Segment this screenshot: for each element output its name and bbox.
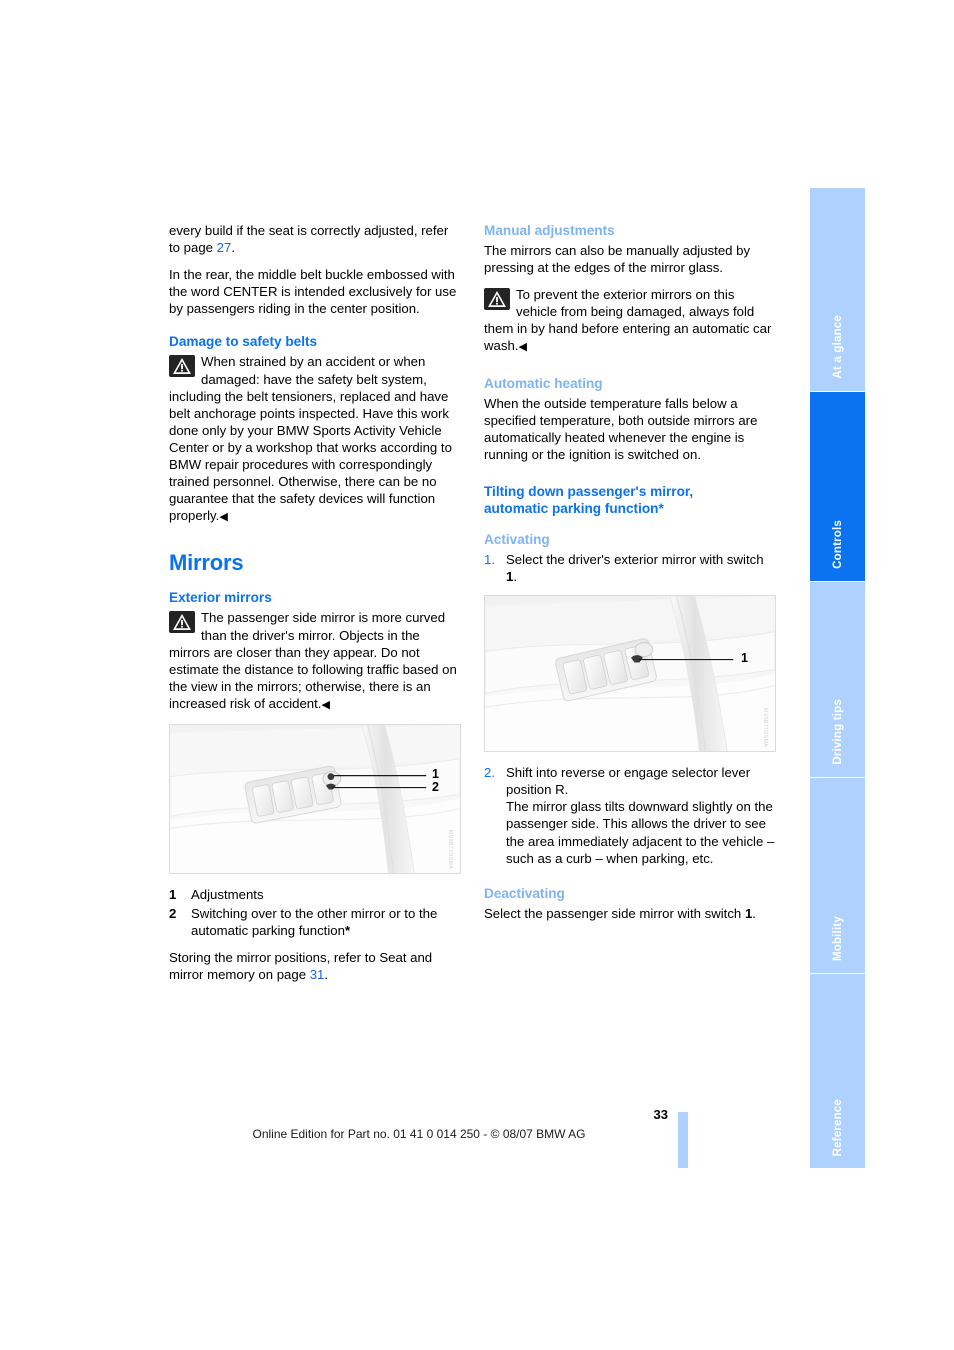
page-link-27[interactable]: 27 bbox=[217, 240, 232, 255]
paragraph-manual-adjustments: The mirrors can also be manually adjuste… bbox=[484, 243, 751, 276]
paragraph-center-belt: In the rear, the middle belt buckle embo… bbox=[169, 267, 457, 317]
warning-damage-body: When strained by an accident or when dam… bbox=[169, 354, 452, 524]
warning-manual-text: To prevent the exterior mirrors on this … bbox=[484, 286, 776, 356]
paragraph-continued-end: . bbox=[231, 240, 236, 256]
legend-item: 2 Switching over to the other mirror or … bbox=[169, 905, 461, 939]
end-mark-icon: ◀ bbox=[321, 698, 330, 711]
heading-deactivating: Deactivating bbox=[484, 885, 565, 901]
step-text-2: Shift into reverse or engage selector le… bbox=[506, 764, 776, 867]
list-item: 1. Select the driver's exterior mirror w… bbox=[484, 551, 776, 585]
heading-tilting-down-mirror: Tilting down passenger's mirror, automat… bbox=[484, 483, 776, 517]
sidebar-tab-controls[interactable]: Controls bbox=[810, 392, 865, 582]
page-link-31[interactable]: 31 bbox=[310, 967, 325, 982]
sidebar-tab-label: At a glance bbox=[831, 315, 844, 379]
heading-automatic-heating: Automatic heating bbox=[484, 375, 603, 391]
page-number-bar bbox=[678, 1112, 688, 1168]
step-text-1-body: Select the driver's exterior mirror with… bbox=[506, 551, 764, 567]
paragraph-deactivating: Select the passenger side mirror with sw… bbox=[484, 905, 776, 922]
warning-damage-block: When strained by an accident or when dam… bbox=[169, 353, 461, 526]
paragraph-deactivating-text: Select the passenger side mirror with sw… bbox=[484, 905, 745, 921]
chapter-title-mirrors: Mirrors bbox=[169, 550, 244, 576]
heading-tilting-line2: automatic parking function* bbox=[484, 500, 664, 516]
heading-tilting-line1: Tilting down passenger's mirror, bbox=[484, 483, 694, 499]
step-text-1-end: . bbox=[513, 569, 518, 585]
sidebar-tab-reference[interactable]: Reference bbox=[810, 974, 865, 1168]
warning-triangle-icon bbox=[169, 611, 195, 634]
figure-callout-2: 2 bbox=[432, 779, 439, 794]
warning-manual-body: To prevent the exterior mirrors on this … bbox=[484, 287, 772, 354]
optional-equipment-star: * bbox=[344, 923, 351, 939]
manual-page: every build if the seat is correctly adj… bbox=[0, 0, 954, 1350]
step-2-list: 2. Shift into reverse or engage selector… bbox=[484, 764, 776, 867]
warning-exterior-block: The passenger side mirror is more curved… bbox=[169, 609, 461, 714]
end-mark-icon: ◀ bbox=[219, 511, 228, 524]
warning-exterior-text: The passenger side mirror is more curved… bbox=[169, 609, 461, 714]
legend-marker: 2 bbox=[169, 906, 177, 922]
warning-triangle-icon bbox=[484, 288, 510, 311]
warning-damage-text: When strained by an accident or when dam… bbox=[169, 353, 461, 526]
step-text-2-continued: The mirror glass tilts downward slightly… bbox=[506, 799, 775, 866]
figure-legend-list: 1 Adjustments 2 Switching over to the ot… bbox=[169, 886, 461, 939]
sidebar-tab-label: Driving tips bbox=[831, 699, 844, 765]
step-marker-1: 1. bbox=[484, 551, 495, 567]
figure-illustration bbox=[170, 724, 460, 873]
warning-exterior-body: The passenger side mirror is more curved… bbox=[169, 610, 457, 711]
legend-marker: 1 bbox=[169, 886, 177, 902]
sidebar-tab-label: Reference bbox=[831, 1098, 844, 1156]
paragraph-automatic-heating: When the outside temperature falls below… bbox=[484, 395, 758, 462]
legend-item: 1 Adjustments bbox=[169, 886, 461, 903]
paragraph-storing-positions: Storing the mirror positions, refer to S… bbox=[169, 949, 461, 983]
legend-text: Switching over to the other mirror or to… bbox=[191, 905, 461, 939]
activating-step-list: 1. Select the driver's exterior mirror w… bbox=[484, 551, 776, 585]
figure-illustration bbox=[485, 596, 775, 752]
sidebar-tab-driving-tips[interactable]: Driving tips bbox=[810, 582, 865, 778]
list-item: 2. Shift into reverse or engage selector… bbox=[484, 764, 776, 867]
paragraph-storing-end: . bbox=[324, 967, 329, 983]
thumb-index-sidebar: At a glance Controls Driving tips Mobili… bbox=[810, 188, 865, 1168]
warning-manual-block: To prevent the exterior mirrors on this … bbox=[484, 286, 776, 356]
step-text-1: Select the driver's exterior mirror with… bbox=[506, 551, 776, 585]
sidebar-tab-label: Controls bbox=[831, 520, 844, 569]
figure-mirror-switch-left: 1 2 MV0B77OSMA bbox=[169, 723, 461, 874]
sidebar-tab-label: Mobility bbox=[831, 915, 844, 961]
paragraph-continued: every build if the seat is correctly adj… bbox=[169, 222, 461, 256]
legend-text-body: Switching over to the other mirror or to… bbox=[191, 906, 438, 939]
legend-text: Adjustments bbox=[191, 886, 264, 902]
end-mark-icon: ◀ bbox=[518, 341, 527, 354]
left-column: every build if the seat is correctly adj… bbox=[169, 222, 461, 993]
paragraph-continued-text: every build if the seat is correctly adj… bbox=[169, 223, 449, 256]
heading-damage-to-safety-belts: Damage to safety belts bbox=[169, 334, 318, 350]
heading-exterior-mirrors: Exterior mirrors bbox=[169, 590, 272, 606]
sidebar-tab-mobility[interactable]: Mobility bbox=[810, 778, 865, 974]
imprint-line: Online Edition for Part no. 01 41 0 014 … bbox=[252, 1127, 586, 1141]
paragraph-deactivating-end: . bbox=[752, 905, 756, 921]
figure-reference-code: MV0B77OSMA bbox=[447, 829, 453, 869]
figure-mirror-switch-right: 1 MV0B77OSMA bbox=[484, 595, 776, 753]
sidebar-tab-at-a-glance[interactable]: At a glance bbox=[810, 188, 865, 392]
figure-reference-code: MV0B77OSMA bbox=[762, 707, 768, 748]
heading-manual-adjustments: Manual adjustments bbox=[484, 223, 615, 238]
warning-triangle-icon bbox=[169, 355, 195, 378]
figure-callout-1: 1 bbox=[741, 651, 748, 666]
page-number: 33 bbox=[653, 1107, 668, 1122]
step-text-2-body: Shift into reverse or engage selector le… bbox=[506, 765, 751, 798]
right-column: Manual adjustments The mirrors can also … bbox=[484, 222, 776, 932]
heading-activating: Activating bbox=[484, 531, 550, 547]
step-marker-2: 2. bbox=[484, 765, 495, 781]
paragraph-storing-text: Storing the mirror positions, refer to S… bbox=[169, 950, 433, 983]
